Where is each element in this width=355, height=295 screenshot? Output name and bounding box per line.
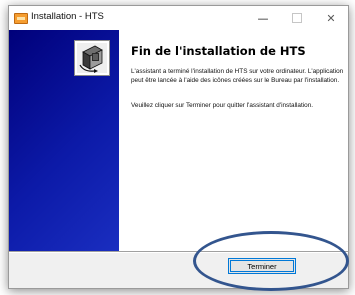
- window-title: Installation - HTS: [31, 11, 104, 22]
- wizard-content: Fin de l'installation de HTS L'assistant…: [119, 30, 348, 251]
- minimize-icon[interactable]: —: [246, 6, 280, 30]
- installer-computer-icon: [74, 40, 110, 76]
- installer-app-icon: [14, 13, 28, 24]
- title-bar[interactable]: Installation - HTS — ✕: [9, 6, 348, 30]
- highlight-ellipse-annotation: [193, 231, 349, 291]
- completion-message: L'assistant a terminé l'installation de …: [131, 68, 344, 84]
- maximize-icon: [280, 6, 314, 30]
- wizard-side-panel: [9, 30, 119, 251]
- close-icon[interactable]: ✕: [314, 6, 348, 30]
- page-title: Fin de l'installation de HTS: [131, 44, 306, 58]
- finish-instruction: Veuillez cliquer sur Terminer pour quitt…: [131, 102, 314, 109]
